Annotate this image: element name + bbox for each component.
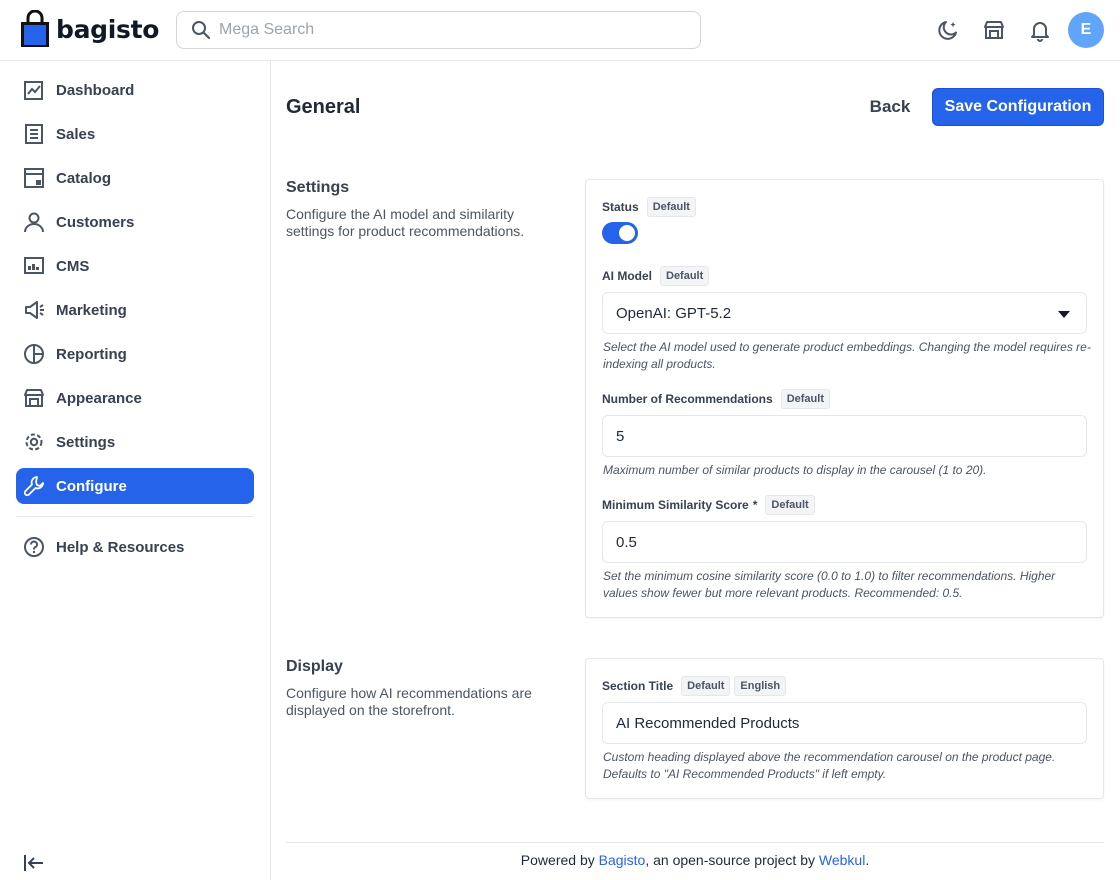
settings-section-description: Configure the AI model and similarity se… bbox=[286, 206, 525, 239]
sidebar-item-label: Appearance bbox=[56, 389, 142, 407]
dashboard-icon bbox=[23, 79, 45, 101]
sidebar-item-label: Customers bbox=[56, 213, 135, 231]
chevron-down-icon bbox=[1058, 311, 1070, 318]
sidebar-item-help[interactable]: Help & Resources bbox=[16, 529, 254, 565]
gear-icon bbox=[23, 431, 45, 453]
sidebar-item-cms[interactable]: CMS bbox=[16, 248, 254, 284]
back-button[interactable]: Back bbox=[860, 88, 920, 126]
help-circle-icon bbox=[23, 536, 45, 558]
required-mark: * bbox=[752, 498, 758, 512]
sidebar-item-label: Sales bbox=[56, 125, 96, 143]
sidebar-item-dashboard[interactable]: Dashboard bbox=[16, 72, 254, 108]
collapse-sidebar-button[interactable] bbox=[22, 851, 46, 875]
status-toggle[interactable] bbox=[602, 222, 638, 244]
ai-model-hint: Select the AI model used to generate pro… bbox=[603, 340, 1091, 371]
num-recommendations-input[interactable] bbox=[616, 427, 1086, 445]
sidebar-item-catalog[interactable]: Catalog bbox=[16, 160, 254, 196]
min-similarity-label: Minimum Similarity Score * Default bbox=[602, 495, 815, 515]
sidebar-item-label: Catalog bbox=[56, 169, 112, 187]
min-similarity-input[interactable] bbox=[616, 533, 1086, 551]
wrench-icon bbox=[23, 475, 45, 497]
default-tag: Default bbox=[681, 676, 731, 696]
sidebar-item-label: Reporting bbox=[56, 345, 127, 363]
display-section-title: Display bbox=[286, 658, 343, 675]
settings-section-title: Settings bbox=[286, 179, 350, 196]
cms-icon bbox=[23, 255, 45, 277]
user-icon bbox=[23, 211, 45, 233]
sidebar-item-marketing[interactable]: Marketing bbox=[16, 292, 254, 328]
min-similarity-label-text: Minimum Similarity Score bbox=[602, 498, 749, 512]
sidebar-item-reporting[interactable]: Reporting bbox=[16, 336, 254, 372]
sidebar: Dashboard Sales Catalog Customers CMS Ma… bbox=[0, 61, 271, 880]
section-title-field[interactable] bbox=[602, 702, 1087, 744]
section-title-label-text: Section Title bbox=[602, 679, 674, 693]
sidebar-item-label: Settings bbox=[56, 433, 116, 451]
sidebar-item-settings[interactable]: Settings bbox=[16, 424, 254, 460]
toggle-knob bbox=[619, 225, 635, 241]
mega-search[interactable] bbox=[176, 11, 701, 49]
sidebar-item-customers[interactable]: Customers bbox=[16, 204, 254, 240]
display-card: Section Title Default English Custom hea… bbox=[585, 658, 1104, 799]
pie-chart-icon bbox=[23, 343, 45, 365]
num-recommendations-label: Number of Recommendations Default bbox=[602, 389, 830, 409]
store-icon bbox=[23, 387, 45, 409]
logo-text: bagisto bbox=[56, 14, 160, 44]
min-similarity-hint: Set the minimum cosine similarity score … bbox=[603, 569, 1056, 600]
sidebar-item-label: Help & Resources bbox=[56, 538, 185, 556]
store-icon bbox=[984, 21, 1004, 39]
default-tag: Default bbox=[780, 389, 830, 409]
sidebar-item-configure[interactable]: Configure bbox=[16, 468, 254, 504]
ai-model-select[interactable]: OpenAI: GPT-5.2 bbox=[602, 292, 1087, 334]
top-header: bagisto E bbox=[0, 0, 1120, 61]
catalog-icon bbox=[23, 167, 45, 189]
sidebar-item-sales[interactable]: Sales bbox=[16, 116, 254, 152]
num-recommendations-hint: Maximum number of similar products to di… bbox=[603, 463, 987, 477]
ai-model-label: AI Model Default bbox=[602, 266, 710, 286]
webkul-link[interactable]: Webkul bbox=[819, 852, 865, 868]
footer-suffix: . bbox=[865, 852, 870, 868]
bell-icon bbox=[1031, 22, 1049, 42]
user-avatar[interactable]: E bbox=[1068, 12, 1104, 48]
dark-mode-toggle[interactable] bbox=[936, 18, 960, 42]
locale-tag: English bbox=[734, 676, 787, 696]
page-title: General bbox=[286, 96, 361, 118]
display-section-description: Configure how AI recommendations are dis… bbox=[286, 685, 532, 718]
sidebar-item-label: Dashboard bbox=[56, 81, 135, 99]
num-recommendations-field[interactable] bbox=[602, 415, 1087, 457]
status-label: Status Default bbox=[602, 197, 696, 217]
megaphone-icon bbox=[23, 299, 45, 321]
default-tag: Default bbox=[660, 266, 710, 286]
footer-middle: , an open-source project by bbox=[645, 852, 815, 868]
default-tag: Default bbox=[765, 495, 815, 515]
search-icon bbox=[192, 21, 211, 40]
visit-shop-button[interactable] bbox=[982, 18, 1006, 42]
logo[interactable]: bagisto bbox=[20, 10, 159, 48]
default-tag: Default bbox=[646, 197, 696, 217]
section-title-label: Section Title Default English bbox=[602, 676, 787, 696]
min-similarity-field[interactable] bbox=[602, 521, 1087, 563]
footer-divider bbox=[286, 842, 1104, 843]
status-label-text: Status bbox=[602, 200, 639, 214]
save-configuration-button[interactable]: Save Configuration bbox=[932, 88, 1104, 126]
sidebar-item-label: Configure bbox=[56, 477, 127, 495]
search-input[interactable] bbox=[219, 21, 679, 39]
sidebar-divider bbox=[16, 516, 254, 517]
section-title-input[interactable] bbox=[616, 714, 1086, 732]
notifications-button[interactable] bbox=[1028, 18, 1052, 42]
footer-prefix: Powered by bbox=[520, 852, 595, 868]
section-title-hint: Custom heading displayed above the recom… bbox=[603, 750, 1056, 781]
settings-card: Status Default AI Model Default OpenAI: … bbox=[585, 179, 1104, 618]
shopping-bag-icon bbox=[21, 10, 49, 47]
num-recommendations-label-text: Number of Recommendations bbox=[602, 392, 773, 406]
sidebar-item-label: Marketing bbox=[56, 301, 127, 319]
moon-icon bbox=[938, 21, 957, 40]
bagisto-link[interactable]: Bagisto bbox=[599, 852, 646, 868]
collapse-left-icon bbox=[24, 855, 43, 871]
receipt-icon bbox=[23, 123, 45, 145]
sidebar-item-appearance[interactable]: Appearance bbox=[16, 380, 254, 416]
footer: Powered by Bagisto, an open-source proje… bbox=[286, 852, 1104, 868]
sidebar-item-label: CMS bbox=[56, 257, 90, 275]
ai-model-label-text: AI Model bbox=[602, 269, 652, 283]
ai-model-selected-value: OpenAI: GPT-5.2 bbox=[616, 304, 732, 322]
